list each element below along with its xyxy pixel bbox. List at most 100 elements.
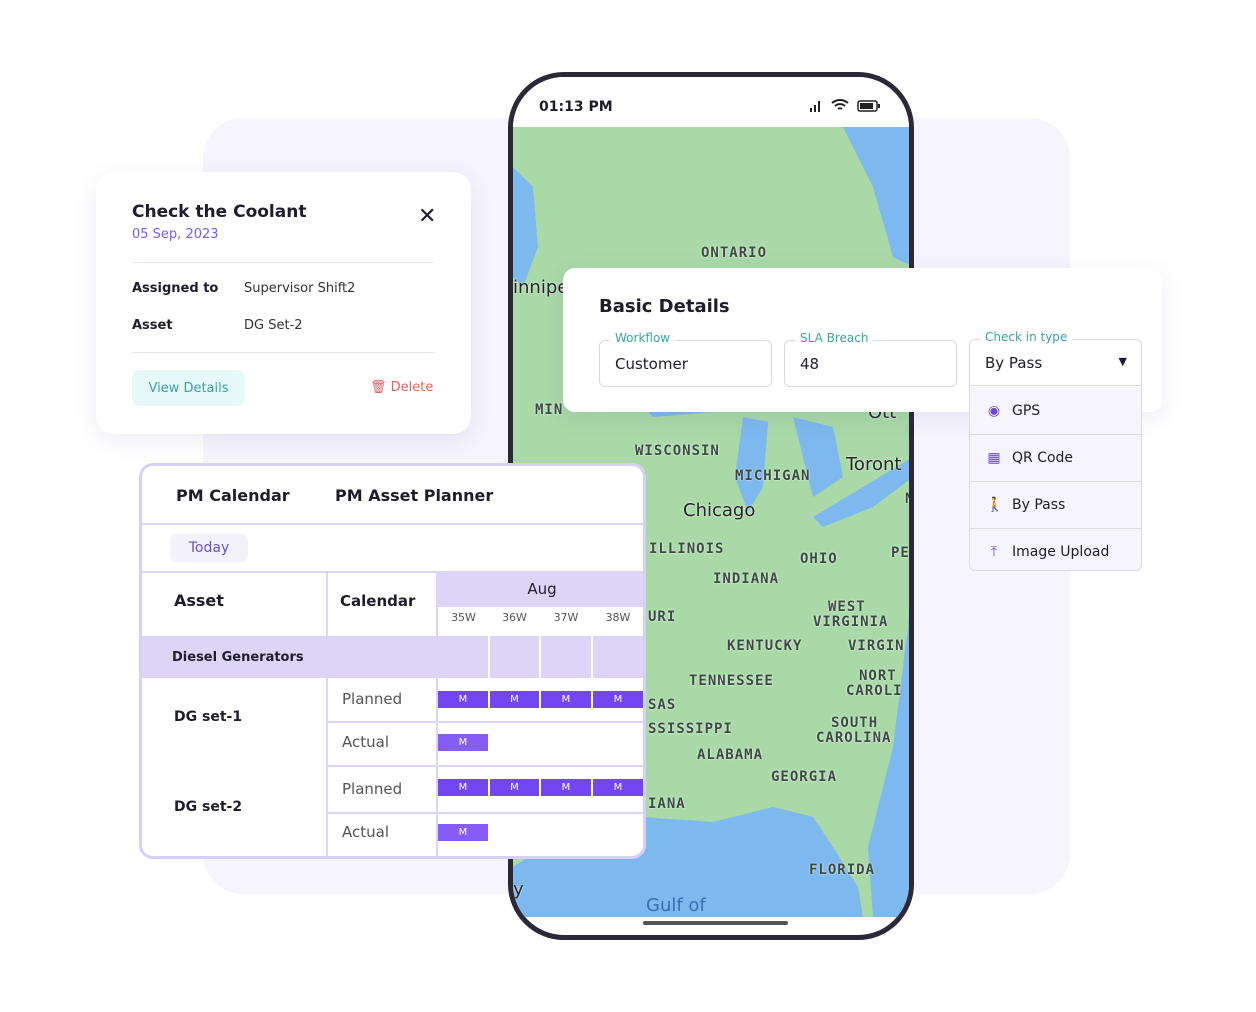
planned-mark[interactable]: M	[593, 691, 643, 708]
hudson-bay	[843, 127, 909, 265]
row-actual: Actual	[342, 733, 389, 751]
lake-michigan	[735, 417, 768, 512]
delete-button[interactable]: 🗑 Delete	[370, 380, 433, 395]
map-label: NORT	[859, 668, 897, 684]
option-qr-code[interactable]: ▦ QR Code	[970, 434, 1141, 481]
planned-mark[interactable]: M	[541, 691, 591, 708]
close-icon[interactable]: ✕	[418, 204, 436, 229]
map-label: ILLINOIS	[649, 541, 725, 557]
divider	[132, 262, 435, 263]
caret-down-icon: ▼	[1118, 355, 1127, 368]
week-header: 37W	[553, 611, 579, 624]
group-diesel-generators: Diesel Generators	[142, 636, 643, 678]
map-label: SOUTH	[831, 715, 879, 731]
map-label: Toront	[846, 454, 902, 475]
workflow-label: Workflow	[610, 331, 676, 345]
map-label: VIRGINIA	[813, 614, 889, 630]
planned-mark[interactable]: M	[593, 779, 643, 796]
checkin-label: Check in type	[980, 330, 1073, 344]
option-image-upload[interactable]: ⤒ Image Upload	[970, 528, 1141, 575]
lake-winnipeg	[513, 167, 538, 287]
col-asset: Asset	[174, 591, 224, 610]
assigned-label: Assigned to	[132, 281, 219, 296]
basic-details-title: Basic Details	[599, 296, 730, 317]
asset-row-name: DG set-2	[174, 799, 243, 815]
assigned-value: Supervisor Shift2	[244, 281, 356, 296]
walking-person-icon: 🚶	[986, 497, 1004, 513]
map-label: N	[905, 491, 909, 507]
planned-mark[interactable]: M	[438, 779, 488, 796]
map-label: PE	[891, 545, 909, 561]
map-label: VIRGIN	[848, 638, 905, 654]
asset-row-name: DG set-1	[174, 709, 243, 725]
planned-mark[interactable]: M	[438, 691, 488, 708]
checkin-dropdown-menu: ◉ GPS ▦ QR Code 🚶 By Pass ⤒ Image Upload	[969, 387, 1142, 571]
map-label: OHIO	[800, 551, 838, 567]
map-label: innipe	[513, 277, 569, 298]
planned-mark[interactable]: M	[541, 779, 591, 796]
option-label: GPS	[1012, 402, 1041, 419]
map-label: WEST	[828, 599, 866, 615]
row-planned: Planned	[342, 690, 403, 708]
week-header: 36W	[502, 611, 527, 624]
map-label: MIN	[535, 402, 564, 418]
planned-mark[interactable]: M	[490, 691, 539, 708]
divider	[132, 352, 435, 353]
map-label: FLORIDA	[809, 862, 876, 878]
map-label: ALABAMA	[697, 747, 764, 763]
planned-mark[interactable]: M	[490, 779, 539, 796]
actual-mark[interactable]: M	[438, 824, 488, 841]
view-details-button[interactable]: View Details	[132, 370, 245, 406]
tab-pm-asset-planner[interactable]: PM Asset Planner	[335, 486, 493, 505]
map-label: Chicago	[683, 500, 756, 521]
task-title: Check the Coolant	[132, 202, 307, 222]
pm-calendar-panel: PM Calendar PM Asset Planner Today Asset…	[139, 463, 646, 859]
workflow-field[interactable]: Workflow Customer	[599, 331, 772, 387]
option-label: By Pass	[1012, 497, 1066, 513]
upload-icon: ⤒	[990, 544, 998, 560]
status-bar: 01:13 PM	[513, 77, 909, 127]
map-label: y	[513, 879, 524, 900]
row-actual: Actual	[342, 823, 389, 841]
checkin-type-select[interactable]: Check in type By Pass ▼	[969, 330, 1142, 386]
row-planned: Planned	[342, 780, 403, 798]
map-label: IANA	[648, 796, 686, 812]
sla-value: 48	[800, 355, 820, 373]
today-button[interactable]: Today	[170, 534, 248, 562]
map-label: ONTARIO	[701, 245, 768, 261]
workflow-value: Customer	[615, 355, 688, 373]
map-label: Gulf of	[646, 895, 706, 916]
month-header: Aug	[438, 571, 643, 607]
lake-huron	[793, 417, 843, 497]
battery-icon	[857, 99, 880, 112]
col-calendar: Calendar	[340, 592, 416, 610]
status-time: 01:13 PM	[539, 99, 613, 115]
trash-icon: 🗑	[370, 380, 387, 395]
delete-label: Delete	[390, 380, 434, 395]
map-label: KENTUCKY	[727, 638, 803, 654]
wifi-icon	[831, 99, 849, 110]
map-label: CAROLINA	[816, 730, 892, 746]
map-label: URI	[648, 609, 677, 625]
map-label: INDIANA	[713, 571, 780, 587]
asset-value: DG Set-2	[244, 318, 303, 333]
gps-icon: ◉	[987, 402, 1001, 419]
task-card: Check the Coolant 05 Sep, 2023 ✕ Assigne…	[96, 172, 471, 434]
qr-code-icon: ▦	[987, 450, 1001, 466]
option-label: Image Upload	[1012, 544, 1110, 560]
map-label: MICHIGAN	[735, 468, 811, 484]
map-label: TENNESSEE	[689, 673, 774, 689]
map-label: SAS	[648, 697, 677, 713]
map-label: CAROLI	[846, 683, 903, 699]
checkin-value: By Pass	[985, 354, 1043, 372]
tab-pm-calendar[interactable]: PM Calendar	[176, 486, 290, 505]
option-label: QR Code	[1012, 450, 1074, 466]
actual-mark[interactable]: M	[438, 734, 488, 751]
option-gps[interactable]: ◉ GPS	[970, 387, 1141, 434]
signal-icon	[810, 100, 820, 112]
sla-label: SLA Breach	[795, 331, 874, 345]
map-label: GEORGIA	[771, 769, 838, 785]
option-by-pass[interactable]: 🚶 By Pass	[970, 481, 1141, 528]
week-header: 38W	[605, 611, 631, 624]
sla-breach-field[interactable]: SLA Breach 48	[784, 331, 957, 387]
